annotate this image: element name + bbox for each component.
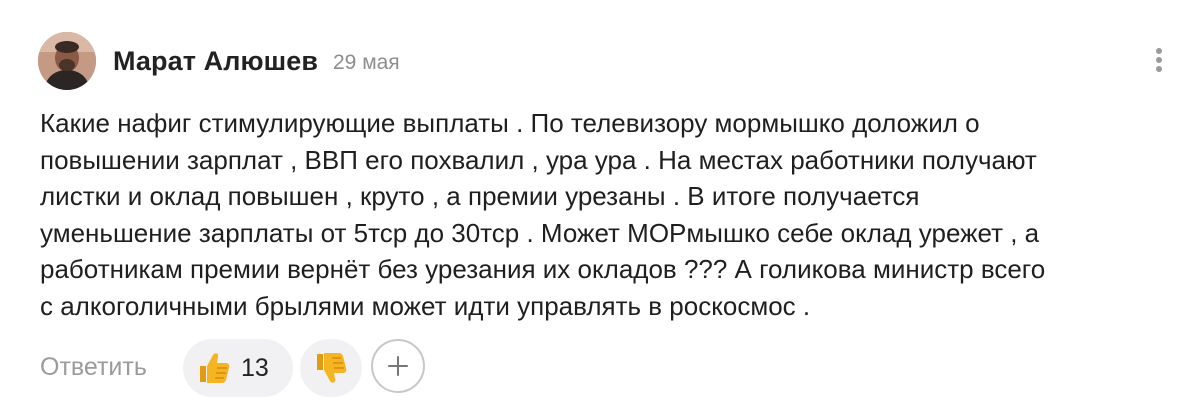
plus-icon: [388, 356, 408, 376]
add-reaction-button[interactable]: [371, 339, 425, 393]
comment-text-line: с алкоголичными брылями может идти управ…: [40, 290, 811, 321]
dot-icon: [1156, 57, 1162, 63]
dislike-button[interactable]: [300, 339, 362, 397]
comment-actions: Ответить 13: [0, 337, 1200, 397]
avatar[interactable]: [38, 32, 96, 90]
author-name[interactable]: Марат Алюшев: [113, 46, 318, 77]
reply-button[interactable]: Ответить: [40, 353, 147, 382]
thumbs-up-icon: [200, 353, 230, 383]
comment-text-line: уменьшение зарплаты от 5тср до 30тср . М…: [40, 217, 1040, 248]
dot-icon: [1156, 48, 1162, 54]
more-options-icon[interactable]: [1146, 42, 1172, 78]
comment-text-line: листки и оклад повышен , круто , а преми…: [40, 181, 920, 211]
like-count: 13: [241, 354, 269, 382]
comment-text-line: Какие нафиг стимулирующие выплаты . По т…: [40, 108, 980, 138]
comment-text: Какие нафиг стимулирующие выплаты . По т…: [40, 105, 1180, 324]
dot-icon: [1156, 66, 1162, 72]
avatar-photo: [38, 32, 96, 90]
comment-text-line: повышении зарплат , ВВП его похвалил , у…: [40, 144, 1037, 175]
comment-text-line: работникам премии вернёт без урезания их…: [40, 254, 1046, 284]
thumbs-down-icon: [317, 353, 347, 383]
like-button[interactable]: 13: [183, 339, 293, 397]
comment-date: 29 мая: [333, 51, 400, 74]
comment-card: Марат Алюшев 29 мая Какие нафиг стимулир…: [0, 0, 1200, 415]
